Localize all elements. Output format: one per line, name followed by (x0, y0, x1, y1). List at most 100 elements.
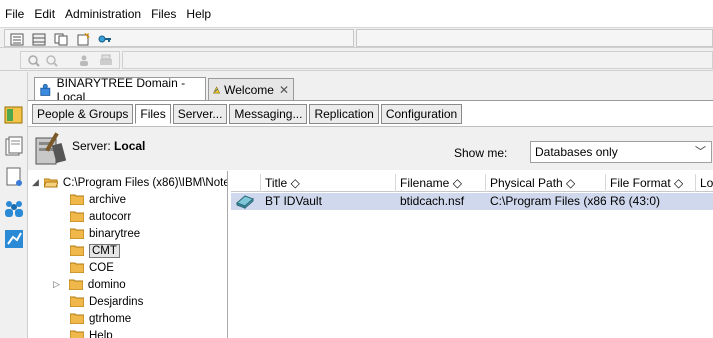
show-me-value: Databases only (535, 145, 618, 159)
menu-edit[interactable]: Edit (31, 0, 62, 28)
menu-administration[interactable]: Administration (62, 0, 148, 28)
menu-file[interactable]: File (2, 0, 31, 28)
close-tab-icon[interactable]: ✕ (279, 83, 289, 97)
folder-icon (70, 296, 84, 307)
tree-item-label: archive (89, 193, 127, 206)
tree-item-gtrhome[interactable]: gtrhome (70, 310, 131, 327)
documents-icon[interactable] (3, 136, 25, 158)
column-filename[interactable]: Filename ◇ (396, 174, 486, 192)
toolbar-well (4, 29, 354, 47)
grid-header: Title ◇ Filename ◇ Physical Path ◇ File … (231, 174, 713, 192)
tab-welcome[interactable]: Welcome ✕ (208, 78, 294, 100)
toolbar-well-secondary (356, 29, 713, 47)
menu-help[interactable]: Help (183, 0, 218, 28)
server-tools-icon (35, 132, 66, 165)
expand-icon[interactable]: ▷ (53, 279, 60, 290)
collapse-icon[interactable]: ◢ (32, 177, 39, 188)
table-row[interactable]: BT IDVault btidcach.nsf C:\Program Files… (231, 193, 713, 210)
bookmark-icon[interactable] (3, 104, 25, 126)
folder-icon (70, 228, 84, 239)
column-icon[interactable] (231, 174, 261, 192)
tree-root[interactable]: ◢ C:\Program Files (x86)\IBM\Note (32, 174, 228, 191)
sort-icon: ◇ (452, 176, 462, 190)
tab-messaging[interactable]: Messaging... (229, 104, 308, 124)
toolbar-primary (0, 28, 713, 48)
server-name: Local (114, 139, 146, 153)
column-location-label: Lo (700, 176, 713, 190)
server-caption: Server: (72, 139, 111, 153)
tree-item-label: COE (89, 261, 114, 274)
tab-welcome-label: Welcome (224, 82, 274, 97)
properties-icon[interactable] (10, 33, 24, 46)
tree-item-archive[interactable]: archive (70, 191, 126, 208)
tree-item-label: Desjardins (89, 295, 144, 308)
column-physical-path[interactable]: Physical Path ◇ (486, 174, 606, 192)
tree-item-label: CMT (89, 243, 120, 258)
search-icon[interactable] (27, 54, 41, 67)
tab-replication[interactable]: Replication (309, 104, 379, 124)
show-me-select[interactable]: Databases only ﹀ (530, 141, 712, 163)
database-grid: Title ◇ Filename ◇ Physical Path ◇ File … (231, 171, 713, 338)
tree-item-help[interactable]: Help (70, 327, 113, 338)
list-icon[interactable] (32, 33, 46, 46)
new-document-icon[interactable] (76, 33, 90, 46)
toolbar-secondary (0, 49, 713, 71)
chart-tool-icon[interactable] (3, 228, 25, 250)
menu-files[interactable]: Files (148, 0, 183, 28)
tree-item-coe[interactable]: COE (70, 259, 114, 276)
cell-file-format: R6 (43:0) (610, 194, 661, 208)
column-title[interactable]: Title ◇ (261, 174, 396, 192)
folder-icon (70, 245, 84, 256)
search-toolbar-well (20, 51, 120, 69)
sort-icon: ◇ (290, 176, 300, 190)
cell-physical-path: C:\Program Files (x86 (490, 194, 606, 208)
folder-icon (70, 194, 84, 205)
tree-item-domino[interactable]: ▷ domino (53, 276, 126, 293)
chevron-down-icon: ﹀ (695, 146, 706, 158)
folder-tree: ◢ C:\Program Files (x86)\IBM\Note archiv… (28, 171, 228, 338)
people-directory-icon[interactable] (3, 198, 25, 220)
database-icon (235, 193, 261, 210)
tree-item-label: binarytree (89, 227, 141, 240)
show-me-label: Show me: (454, 146, 508, 160)
new-page-icon[interactable] (3, 166, 25, 188)
domain-icon (40, 83, 51, 96)
admin-subtabs: People & Groups Files Server... Messagin… (32, 104, 464, 125)
tree-item-cmt[interactable]: CMT (70, 242, 120, 259)
people-icon[interactable] (79, 54, 93, 67)
folder-icon (70, 313, 84, 324)
copy-icon[interactable] (54, 33, 68, 46)
tab-configuration[interactable]: Configuration (380, 104, 463, 124)
column-location[interactable]: Lo (696, 174, 713, 192)
document-tabs: BINARYTREE Domain - Local Welcome ✕ (28, 72, 713, 104)
folder-open-icon (43, 178, 58, 188)
column-file-format[interactable]: File Format ◇ (606, 174, 696, 192)
tab-people-groups[interactable]: People & Groups (32, 104, 134, 124)
tree-item-label: Help (89, 329, 113, 338)
sort-icon: ◇ (566, 176, 576, 190)
welcome-icon (213, 85, 221, 93)
tree-item-autocorr[interactable]: autocorr (70, 208, 131, 225)
tree-root-label: C:\Program Files (x86)\IBM\Note (62, 176, 228, 189)
key-icon[interactable] (98, 33, 112, 46)
tab-files[interactable]: Files (135, 104, 171, 124)
cell-title: BT IDVault (265, 194, 322, 208)
tree-item-binarytree[interactable]: binarytree (70, 225, 140, 242)
toolbar-empty-well (122, 51, 713, 69)
sort-icon: ◇ (674, 176, 684, 190)
column-title-label: Title (265, 176, 288, 190)
server-bar: Server: Local Show me: Databases only ﹀ (28, 126, 713, 170)
column-path-label: Physical Path (490, 176, 563, 190)
search-next-icon[interactable] (45, 54, 59, 67)
column-filename-label: Filename (400, 176, 450, 190)
folder-icon (70, 211, 84, 222)
menu-bar: File Edit Administration Files Help (0, 0, 713, 28)
left-launch-bar (0, 72, 28, 338)
tree-item-label: autocorr (89, 210, 132, 223)
tree-item-label: gtrhome (89, 312, 132, 325)
print-icon[interactable] (99, 54, 113, 67)
tree-item-desjardins[interactable]: Desjardins (70, 293, 143, 310)
tab-binarytree-domain[interactable]: BINARYTREE Domain - Local (34, 76, 206, 104)
folder-icon (68, 279, 83, 290)
tab-server[interactable]: Server... (172, 104, 228, 124)
